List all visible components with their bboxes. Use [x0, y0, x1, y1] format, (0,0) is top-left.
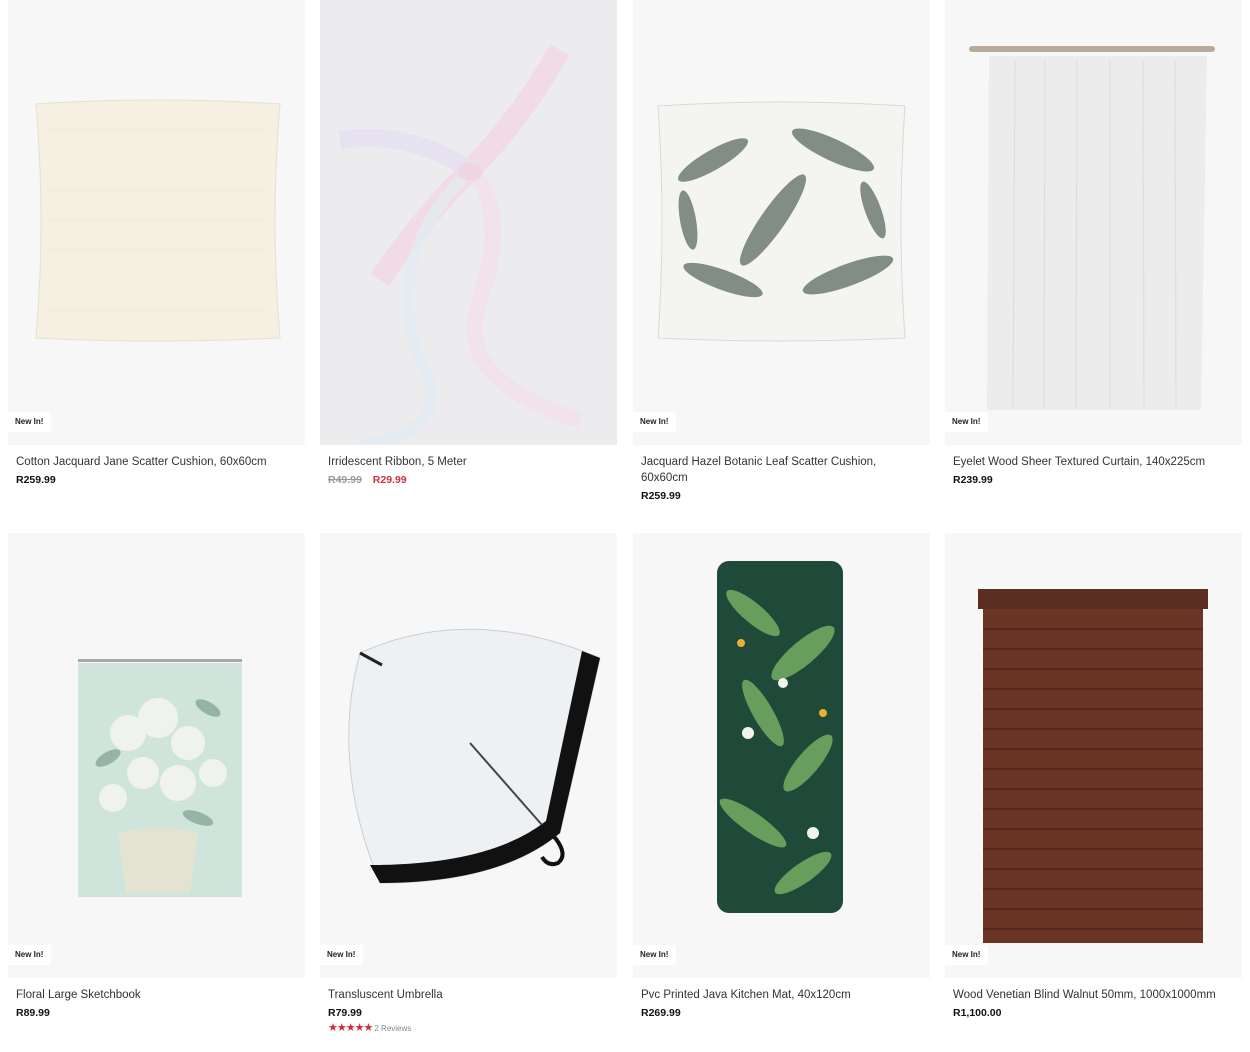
product-image-link[interactable]: New In!: [8, 533, 305, 978]
blind-image: [945, 533, 1242, 978]
product-image-link[interactable]: New In!: [633, 533, 930, 978]
product-card[interactable]: Irridescent Ribbon, 5 Meter R49.99 R29.9…: [320, 0, 617, 487]
review-count[interactable]: 2 Reviews: [374, 1024, 411, 1033]
new-in-badge: New In!: [8, 945, 52, 965]
product-card[interactable]: New In! Wood Venetian Blind Walnut 50mm,…: [945, 533, 1242, 1020]
original-price: R49.99: [328, 474, 362, 486]
product-title[interactable]: Pvc Printed Java Kitchen Mat, 40x120cm: [641, 987, 922, 1003]
umbrella-image: [320, 533, 617, 978]
new-in-badge: New In!: [633, 945, 677, 965]
product-image-link[interactable]: New In!: [633, 0, 930, 445]
product-image-link[interactable]: New In!: [320, 533, 617, 978]
product-card[interactable]: New In! Floral Large Sketchbook R89.99: [8, 533, 305, 1020]
product-card[interactable]: New In! Pvc Printed Java Kitchen Mat, 40…: [633, 533, 930, 1020]
product-image-link[interactable]: New In!: [8, 0, 305, 445]
new-in-badge: New In!: [945, 945, 989, 965]
curtain-image: [945, 0, 1242, 445]
star-icon: ★: [354, 1022, 365, 1034]
product-title[interactable]: Floral Large Sketchbook: [16, 987, 297, 1003]
product-price: R89.99: [16, 1007, 50, 1019]
cushion-image: [8, 0, 305, 445]
sale-price: R29.99: [372, 474, 407, 486]
product-title[interactable]: Cotton Jacquard Jane Scatter Cushion, 60…: [16, 454, 297, 470]
cushion-image: [633, 0, 930, 445]
star-icon: ★: [336, 1022, 347, 1034]
new-in-badge: New In!: [320, 945, 364, 965]
product-title[interactable]: Jacquard Hazel Botanic Leaf Scatter Cush…: [641, 454, 922, 486]
product-image-link[interactable]: New In!: [945, 533, 1242, 978]
product-title[interactable]: Transluscent Umbrella: [328, 987, 609, 1003]
star-icon: ★: [363, 1022, 374, 1034]
product-title[interactable]: Wood Venetian Blind Walnut 50mm, 1000x10…: [953, 987, 1234, 1003]
new-in-badge: New In!: [633, 412, 677, 432]
product-rating[interactable]: ★ ★ ★ ★ ★ 2 Reviews: [328, 1023, 609, 1034]
new-in-badge: New In!: [945, 412, 989, 432]
product-price: R269.99: [641, 1007, 681, 1019]
product-image-link[interactable]: New In!: [945, 0, 1242, 445]
sketchbook-image: [8, 533, 305, 978]
product-price: R239.99: [953, 474, 993, 486]
product-price: R1,100.00: [953, 1007, 1002, 1019]
new-in-badge: New In!: [8, 412, 52, 432]
product-price: R259.99: [16, 474, 56, 486]
product-image-link[interactable]: [320, 0, 617, 445]
product-price: R79.99: [328, 1007, 362, 1019]
product-card[interactable]: New In! Transluscent Umbrella R79.99 ★ ★…: [320, 533, 617, 1034]
star-icon: ★: [345, 1022, 356, 1034]
product-card[interactable]: New In! Cotton Jacquard Jane Scatter Cus…: [8, 0, 305, 487]
product-price: R259.99: [641, 490, 681, 502]
kitchen-mat-image: [633, 533, 930, 978]
product-card[interactable]: New In! Eyelet Wood Sheer Textured Curta…: [945, 0, 1242, 487]
star-icon: ★: [328, 1022, 338, 1034]
product-title[interactable]: Irridescent Ribbon, 5 Meter: [328, 454, 609, 470]
product-card[interactable]: New In! Jacquard Hazel Botanic Leaf Scat…: [633, 0, 930, 503]
product-title[interactable]: Eyelet Wood Sheer Textured Curtain, 140x…: [953, 454, 1234, 470]
ribbon-image: [320, 0, 617, 445]
